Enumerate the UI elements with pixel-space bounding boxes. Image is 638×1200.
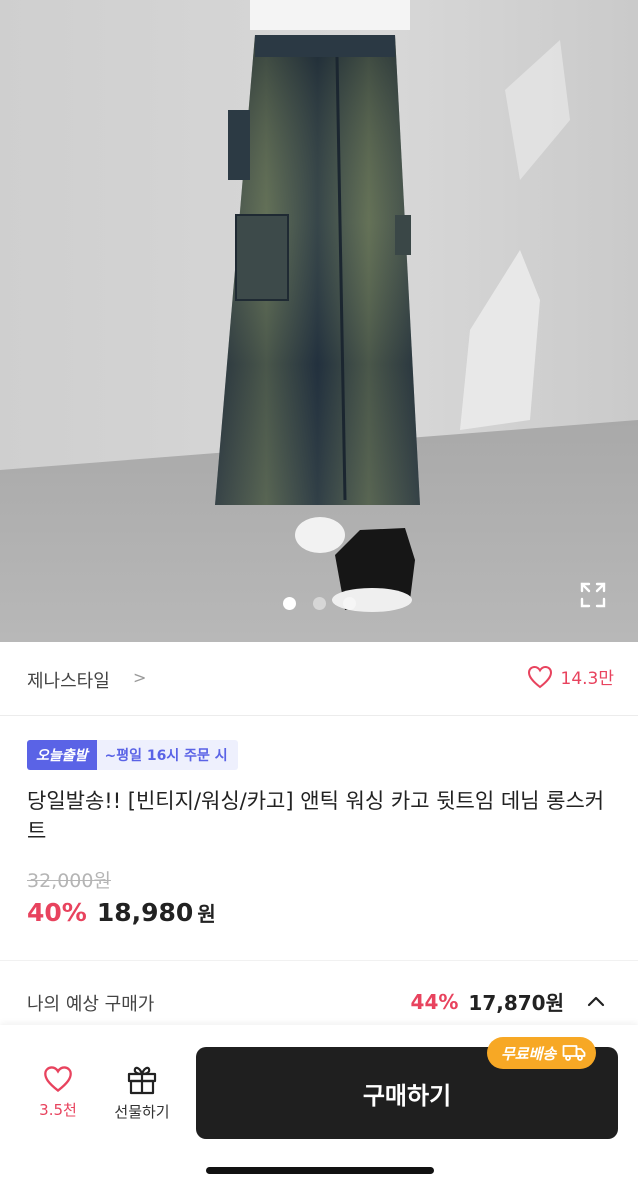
gift-button[interactable]: 선물하기 xyxy=(102,1065,182,1122)
chevron-up-icon[interactable] xyxy=(584,990,608,1014)
gift-icon xyxy=(127,1066,157,1095)
expected-price-row[interactable]: 나의 예상 구매가 44% 17,870원 xyxy=(0,961,638,1025)
buy-button-label: 구매하기 xyxy=(362,1081,452,1110)
sale-price: 18,980 xyxy=(96,898,194,927)
pagination-dot[interactable] xyxy=(282,597,296,610)
expand-icon[interactable] xyxy=(578,580,608,610)
original-price: 32,000원 xyxy=(27,870,111,892)
delivery-badge: 오늘출발 ~평일 16시 주문 시 xyxy=(27,740,238,770)
gift-label: 선물하기 xyxy=(114,1103,170,1121)
product-image[interactable] xyxy=(0,0,638,642)
heart-outline-icon xyxy=(527,665,552,688)
heart-outline-icon xyxy=(44,1066,72,1093)
expected-discount: 44% xyxy=(410,989,459,1014)
chevron-right-icon[interactable]: > xyxy=(133,668,146,687)
expected-price-label: 나의 예상 구매가 xyxy=(27,994,155,1015)
price-row: 40% 18,980 원 xyxy=(27,898,216,927)
product-title: 당일발송!! [빈티지/워싱/카고] 앤틱 워싱 카고 뒷트임 데님 롱스커트 xyxy=(27,789,605,843)
product-photo xyxy=(0,0,638,642)
expected-price: 17,870원 xyxy=(468,991,564,1015)
today-ship-badge: 오늘출발 xyxy=(27,740,97,770)
truck-icon xyxy=(562,1045,586,1061)
discount-rate: 40% xyxy=(27,898,87,927)
cutoff-note: ~평일 16시 주문 시 xyxy=(96,740,238,770)
seller-like-button[interactable]: 14.3만 xyxy=(527,664,615,689)
home-indicator xyxy=(206,1167,434,1174)
currency-unit: 원 xyxy=(197,902,216,926)
free-shipping-badge: 무료배송 xyxy=(487,1037,597,1069)
pagination-dot[interactable] xyxy=(342,597,356,610)
like-button[interactable]: 3.5천 xyxy=(18,1065,98,1120)
seller-name[interactable]: 제나스타일 xyxy=(27,667,110,693)
free-shipping-label: 무료배송 xyxy=(501,1044,557,1063)
seller-like-count: 14.3만 xyxy=(560,669,615,689)
pagination-dot[interactable] xyxy=(312,597,326,610)
seller-row: 제나스타일 > 14.3만 xyxy=(0,642,638,716)
image-pagination xyxy=(0,597,638,610)
like-count: 3.5천 xyxy=(39,1101,77,1119)
